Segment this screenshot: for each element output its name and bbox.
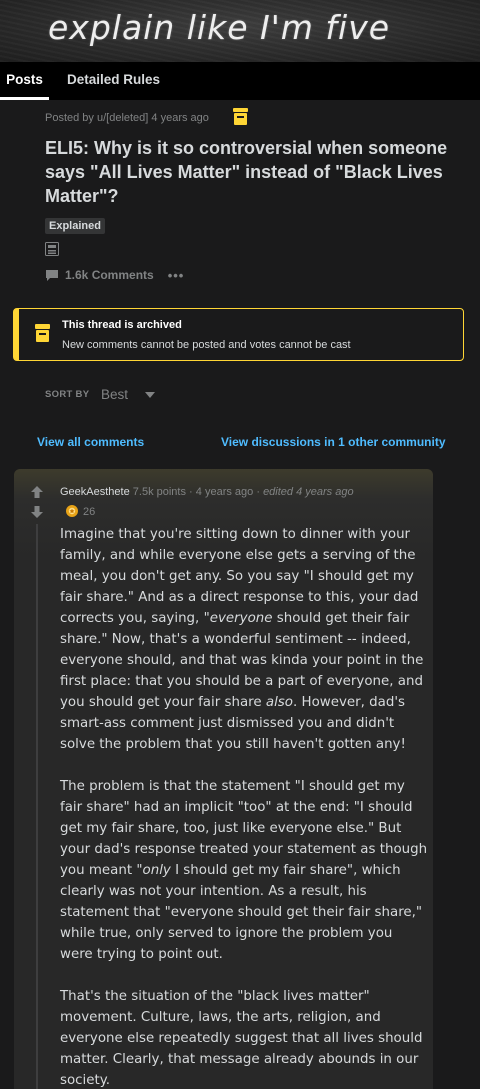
thread-line[interactable]	[36, 524, 38, 1089]
tab-posts[interactable]: Posts	[0, 62, 49, 100]
banner-title: explain like I'm five	[48, 8, 391, 47]
archived-title: This thread is archived	[62, 319, 182, 331]
comment-paragraph: The problem is that the statement "I sho…	[60, 779, 428, 962]
archived-notice: This thread is archived New comments can…	[13, 308, 464, 361]
sort-dropdown[interactable]: Best	[101, 387, 128, 402]
tab-detailed-rules[interactable]: Detailed Rules	[67, 62, 160, 100]
comment-body: Imagine that you're sitting down to dinn…	[60, 524, 428, 1089]
subreddit-banner: explain like I'm five	[0, 0, 480, 62]
post-flair[interactable]: Explained	[45, 218, 105, 234]
comment-edited: edited 4 years ago	[263, 486, 354, 498]
comments-link[interactable]: 1.6k Comments •••	[45, 266, 184, 284]
subreddit-tabs: Posts Detailed Rules	[0, 62, 480, 100]
downvote-icon[interactable]	[31, 506, 43, 518]
separator: ·	[189, 486, 193, 498]
text-post-icon	[45, 242, 59, 256]
comment-paragraph: Imagine that you're sitting down to dinn…	[60, 527, 424, 752]
archived-text: New comments cannot be posted and votes …	[62, 339, 351, 351]
chevron-down-icon[interactable]	[145, 392, 155, 398]
archive-icon	[233, 108, 248, 125]
comment-header: GeekAesthete 7.5k points · 4 years ago ·…	[60, 486, 354, 498]
archive-icon	[35, 324, 50, 342]
separator: ·	[256, 486, 260, 498]
view-discussions-link[interactable]: View discussions in 1 other community	[221, 435, 446, 449]
view-all-comments-link[interactable]: View all comments	[37, 435, 144, 449]
more-options-icon[interactable]: •••	[168, 268, 185, 283]
post-title[interactable]: ELI5: Why is it so controversial when so…	[45, 136, 475, 208]
sort-label: SORT BY	[45, 389, 90, 400]
comment-icon	[46, 269, 58, 281]
upvote-icon[interactable]	[31, 486, 43, 498]
comment-paragraph: That's the situation of the "black lives…	[60, 989, 423, 1088]
comment-author[interactable]: GeekAesthete	[60, 486, 130, 498]
comment-age[interactable]: 4 years ago	[196, 486, 253, 498]
post-meta: Posted by u/[deleted] 4 years ago	[45, 112, 209, 124]
comments-count: 1.6k Comments	[65, 268, 154, 282]
comment-points: 7.5k points	[132, 486, 186, 498]
award-icon[interactable]	[65, 504, 79, 518]
award-count: 26	[83, 506, 96, 518]
